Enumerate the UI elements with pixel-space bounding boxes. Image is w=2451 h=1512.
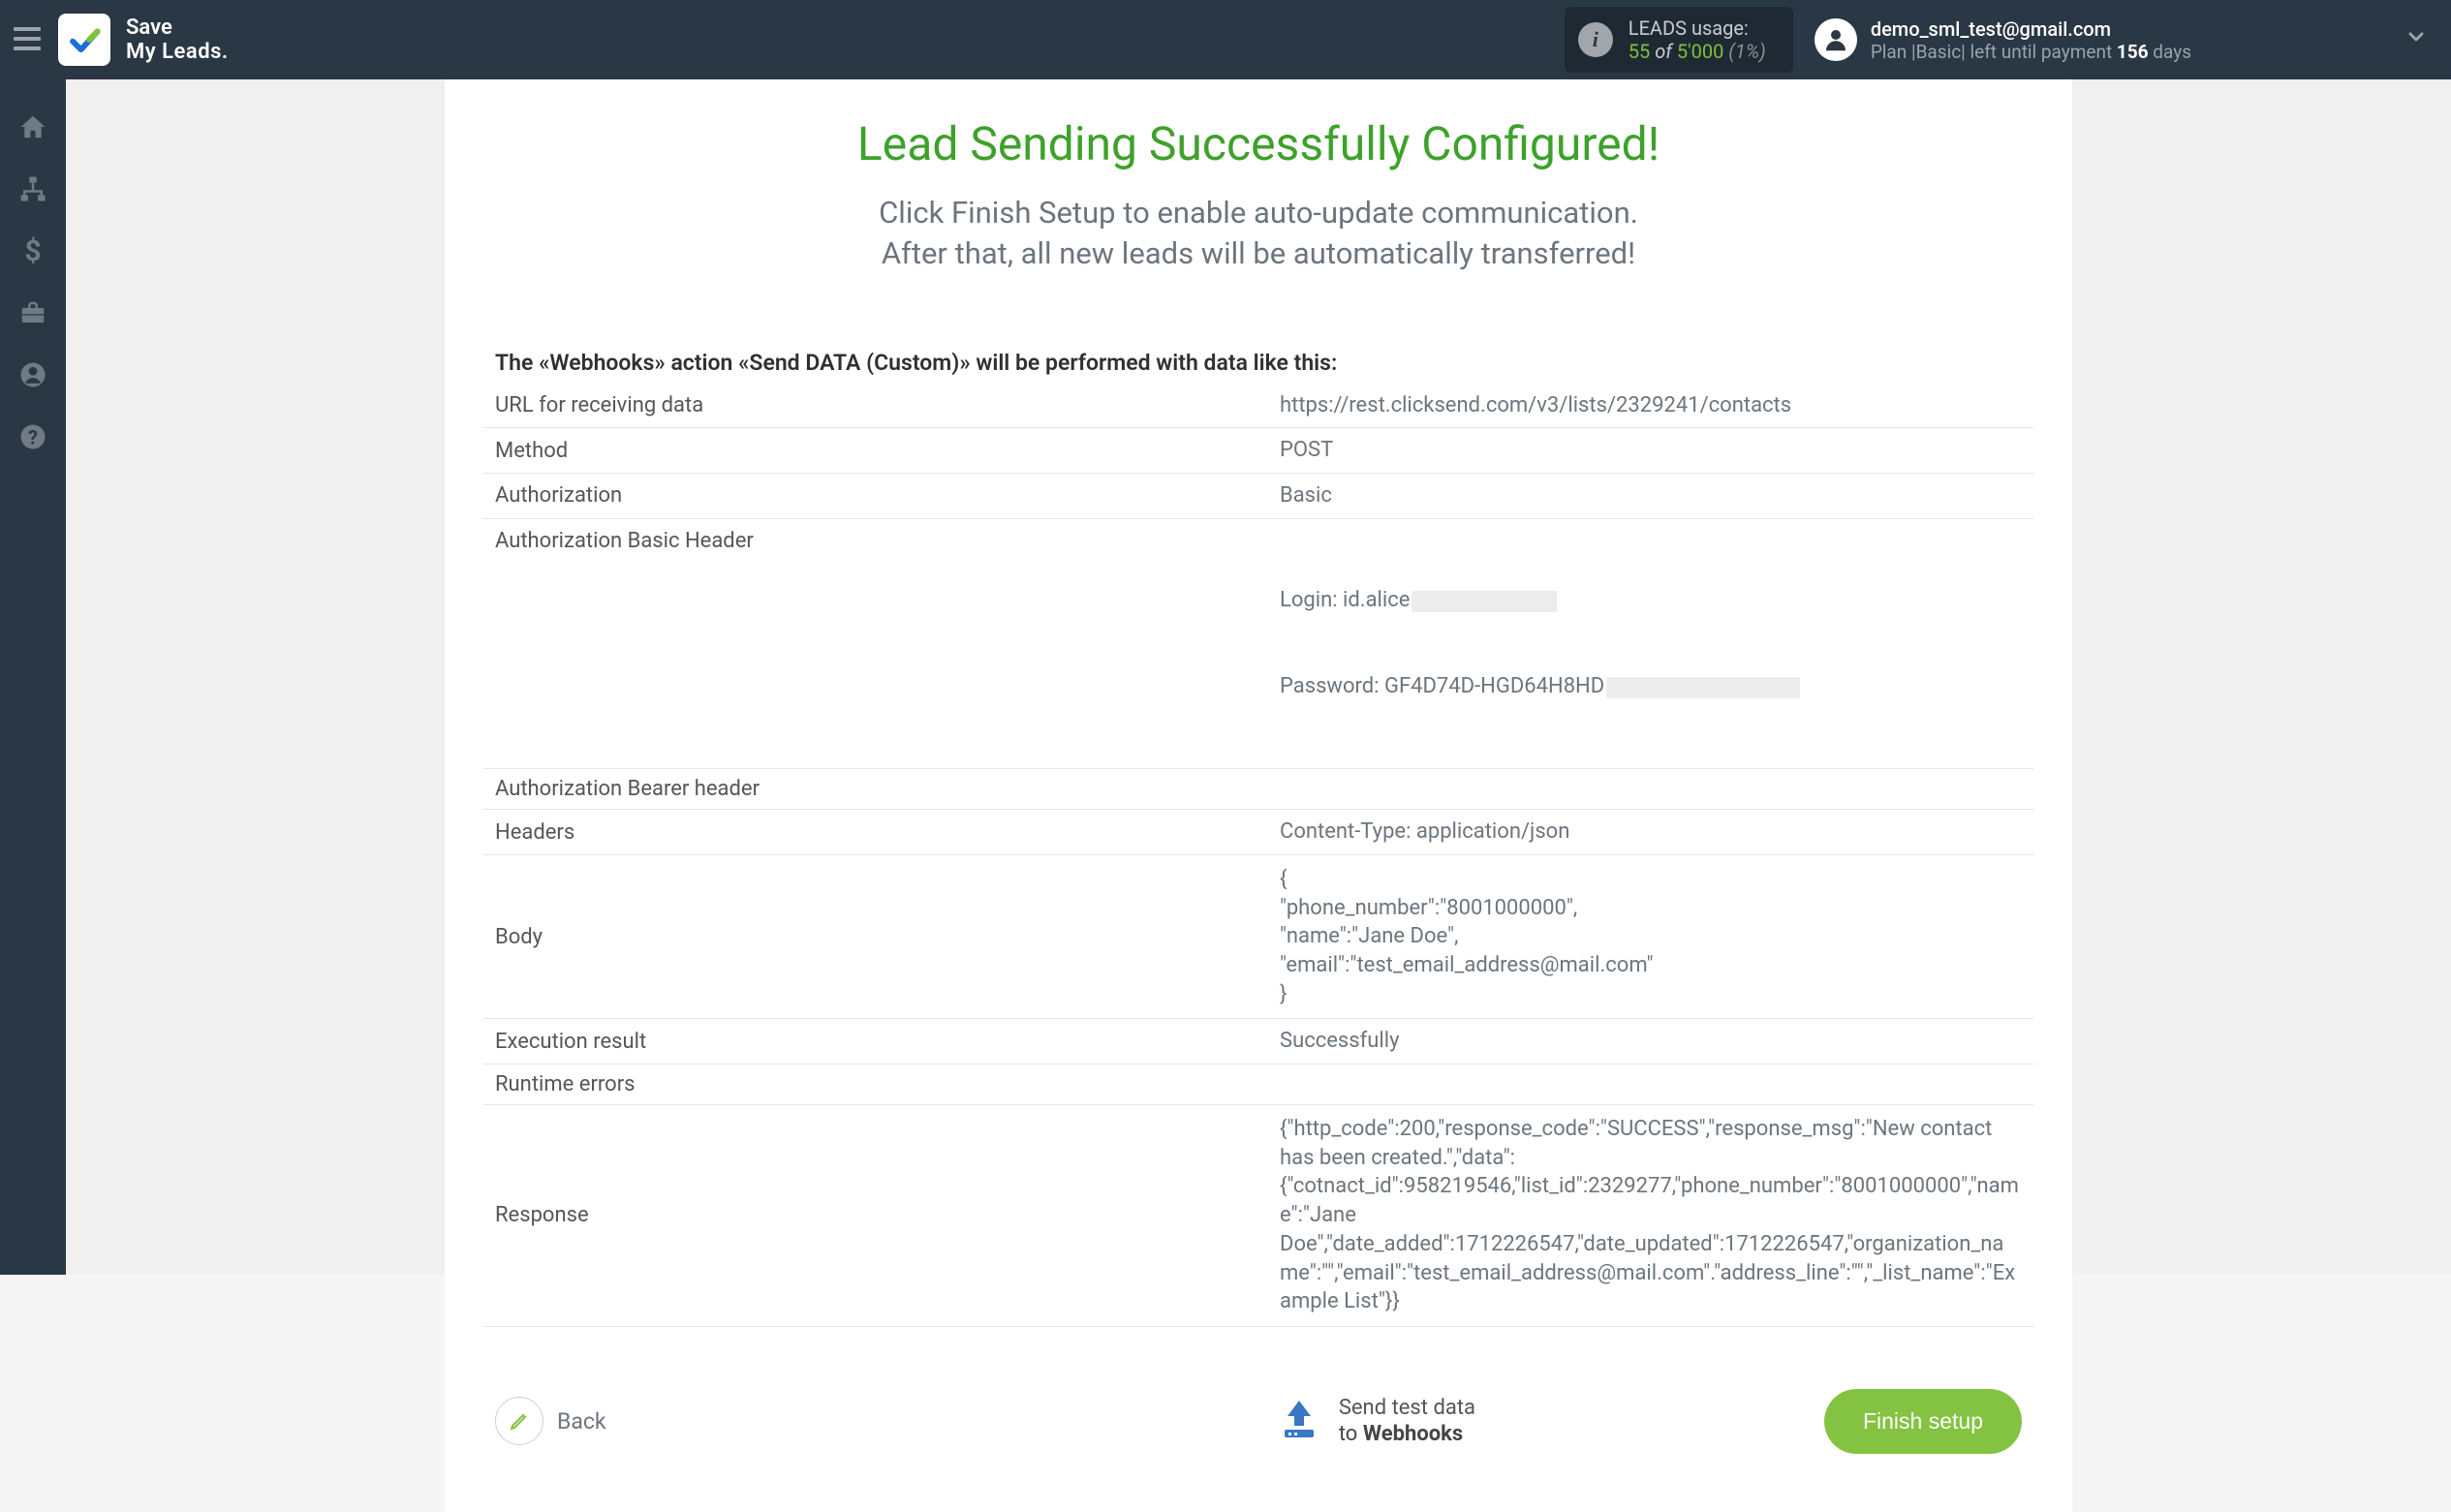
row-auth-basic-header: Authorization Basic Header Login: id.ali…	[483, 519, 2033, 770]
upload-icon	[1275, 1395, 1323, 1447]
row-response: Response {"http_code":200,"response_code…	[483, 1105, 2033, 1327]
usage-values: 55 of 5'000 (1%)	[1629, 40, 1766, 63]
sidebar-billing-icon[interactable]: $	[16, 236, 50, 265]
svg-text:?: ?	[28, 426, 38, 449]
usage-label: LEADS usage:	[1629, 16, 1766, 40]
chevron-down-icon[interactable]	[2191, 25, 2428, 54]
pencil-icon	[495, 1397, 543, 1445]
account-email: demo_sml_test@gmail.com	[1871, 17, 2191, 41]
row-auth-bearer-header: Authorization Bearer header	[483, 769, 2033, 810]
row-url: URL for receiving data https://rest.clic…	[483, 384, 2033, 429]
row-body: Body { "phone_number":"8001000000", "nam…	[483, 855, 2033, 1019]
avatar-icon	[1815, 18, 1857, 61]
page-subtitle: Click Finish Setup to enable auto-update…	[445, 193, 2072, 274]
redacted-login	[1412, 591, 1557, 612]
redacted-password	[1606, 677, 1800, 698]
sidebar-home-icon[interactable]	[16, 112, 50, 141]
info-icon: i	[1578, 22, 1613, 57]
page-title: Lead Sending Successfully Configured!	[445, 116, 2072, 171]
sidebar-briefcase-icon[interactable]	[16, 298, 50, 327]
usage-indicator[interactable]: i LEADS usage: 55 of 5'000 (1%)	[1565, 7, 1793, 73]
finish-setup-button[interactable]: Finish setup	[1824, 1389, 2022, 1454]
back-button[interactable]: Back	[495, 1397, 606, 1445]
sidebar-connections-icon[interactable]	[16, 174, 50, 203]
sidebar-help-icon[interactable]: ?	[16, 422, 50, 451]
account-menu[interactable]: demo_sml_test@gmail.com Plan |Basic| lef…	[1815, 17, 2191, 63]
svg-text:$: $	[24, 236, 41, 265]
row-authorization: Authorization Basic	[483, 474, 2033, 519]
config-table: URL for receiving data https://rest.clic…	[483, 384, 2033, 1327]
row-method: Method POST	[483, 428, 2033, 474]
brand-logo[interactable]	[58, 14, 110, 66]
sidebar-profile-icon[interactable]	[16, 360, 50, 389]
send-test-button[interactable]: Send test data to Webhooks	[1275, 1395, 1475, 1448]
intro-text: The «Webhooks» action «Send DATA (Custom…	[483, 350, 2033, 376]
row-execution-result: Execution result Successfully	[483, 1019, 2033, 1065]
brand-text: Save My Leads.	[126, 15, 229, 65]
row-headers: Headers Content-Type: application/json	[483, 810, 2033, 855]
row-runtime-errors: Runtime errors	[483, 1065, 2033, 1105]
account-plan: Plan |Basic| left until payment 156 days	[1871, 41, 2191, 63]
menu-toggle[interactable]	[14, 21, 58, 58]
